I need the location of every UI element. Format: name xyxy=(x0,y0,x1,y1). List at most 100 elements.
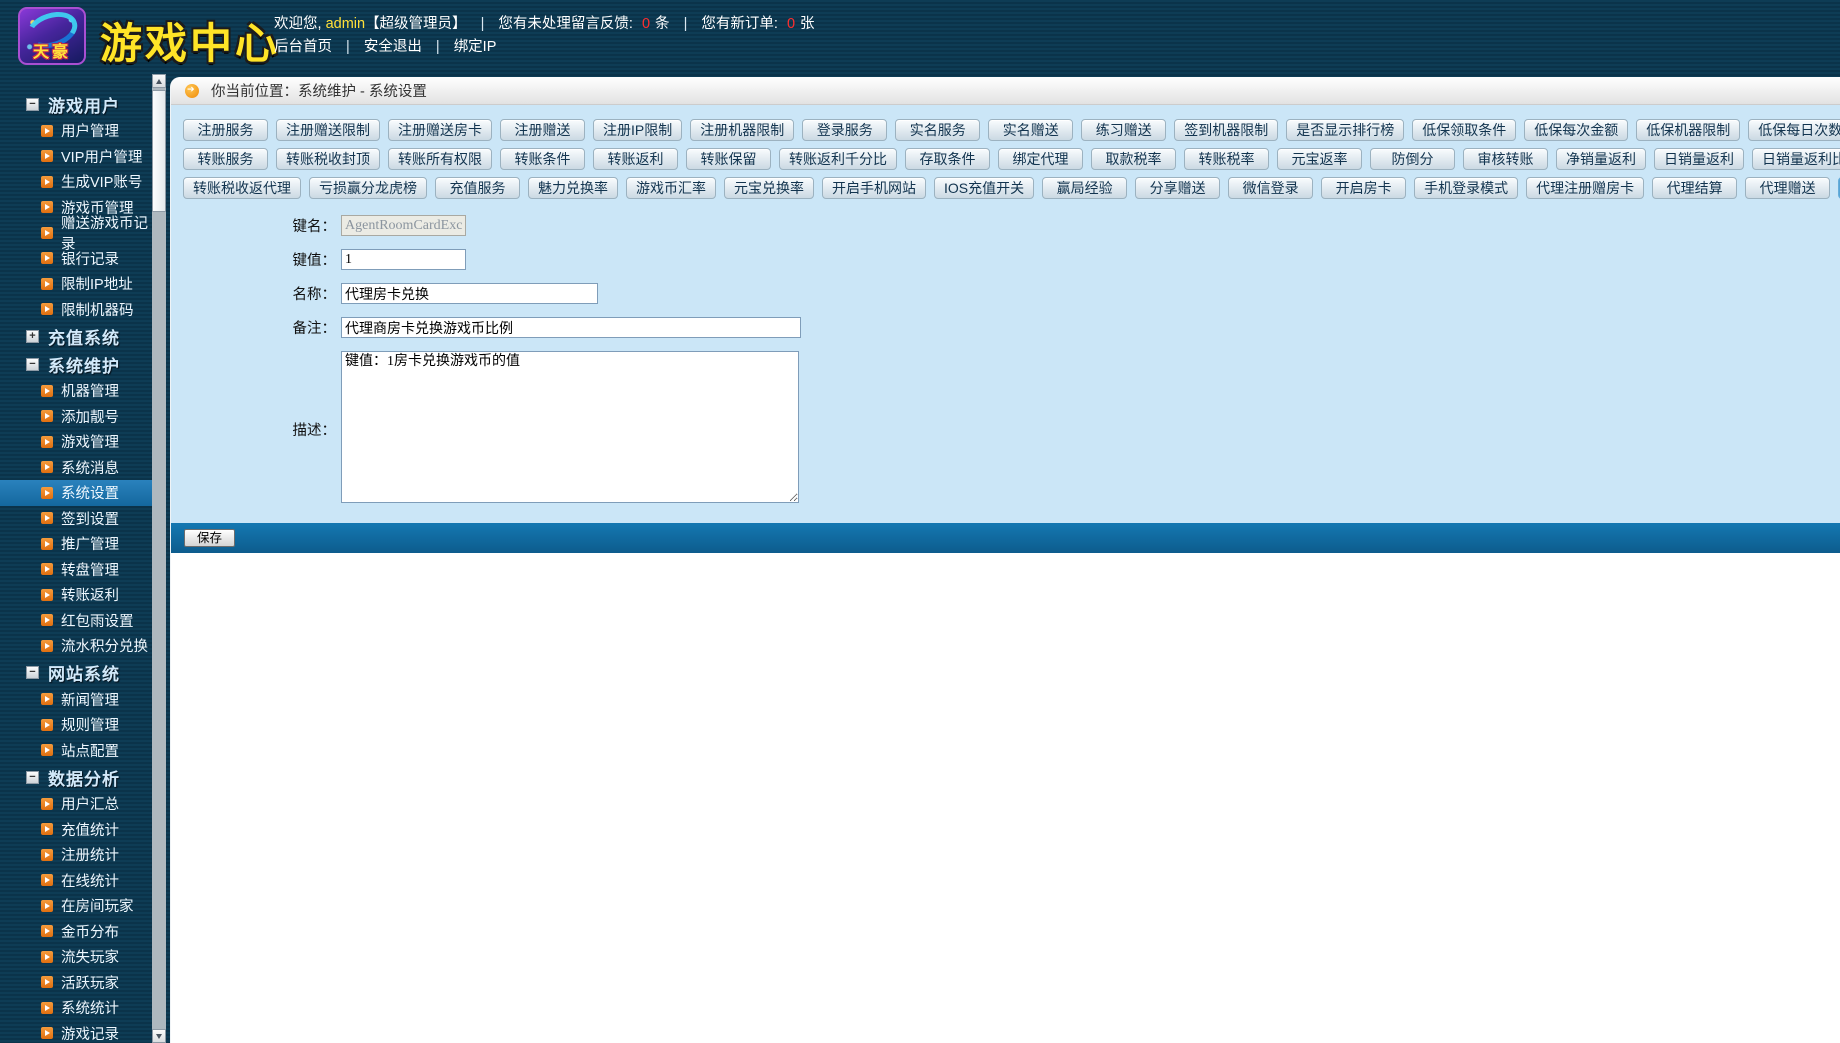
bind-ip-link[interactable]: 绑定IP xyxy=(454,39,497,55)
setting-tab[interactable]: 充值服务 xyxy=(435,177,520,199)
setting-tab[interactable]: 元宝返率 xyxy=(1277,148,1362,170)
setting-tab[interactable]: 转账保留 xyxy=(686,148,771,170)
logout-link[interactable]: 安全退出 xyxy=(364,39,422,55)
setting-tab[interactable]: 绑定代理 xyxy=(998,148,1083,170)
sidebar-item[interactable]: 活跃玩家 xyxy=(0,970,152,996)
sidebar-item[interactable]: 在线统计 xyxy=(0,868,152,894)
sidebar-item[interactable]: 转账返利 xyxy=(0,582,152,608)
sidebar-item[interactable]: 游戏管理 xyxy=(0,429,152,455)
sidebar-item[interactable]: 流失玩家 xyxy=(0,944,152,970)
scroll-down-button[interactable] xyxy=(152,1029,166,1043)
setting-tab[interactable]: 魅力兑换率 xyxy=(528,177,618,199)
setting-tab[interactable]: 手机登录模式 xyxy=(1414,177,1519,199)
description-field[interactable] xyxy=(341,351,799,503)
sidebar-section-header[interactable]: − 游戏用户 xyxy=(0,90,152,118)
setting-tab[interactable]: 转账税收返代理 xyxy=(183,177,301,199)
setting-tab[interactable]: 注册机器限制 xyxy=(690,119,795,141)
setting-tab[interactable]: 实名服务 xyxy=(895,119,981,141)
setting-tab[interactable]: 转账税收封顶 xyxy=(276,148,380,170)
sidebar-item[interactable]: 签到设置 xyxy=(0,506,152,532)
home-link[interactable]: 后台首页 xyxy=(274,39,332,55)
setting-tab[interactable]: 赢局经验 xyxy=(1042,177,1128,199)
setting-tab[interactable]: 注册赠送限制 xyxy=(276,119,380,141)
scrollbar-thumb[interactable] xyxy=(152,90,166,212)
setting-tab[interactable]: 低保每日次数 xyxy=(1748,119,1840,141)
setting-tab[interactable]: 开启房卡 xyxy=(1321,177,1407,199)
collapse-icon[interactable]: − xyxy=(26,357,39,371)
setting-tab[interactable]: 分享赠送 xyxy=(1135,177,1221,199)
setting-tab[interactable]: 实名赠送 xyxy=(988,119,1074,141)
setting-tab[interactable]: 注册服务 xyxy=(183,119,268,141)
sidebar-item[interactable]: 流水积分兑换 xyxy=(0,633,152,659)
setting-tab[interactable]: 登录服务 xyxy=(802,119,888,141)
setting-tab[interactable]: 代理赠送 xyxy=(1745,177,1831,199)
setting-tab[interactable]: 转账税率 xyxy=(1184,148,1269,170)
sidebar-item[interactable]: 限制IP地址 xyxy=(0,271,152,297)
sidebar-item[interactable]: 机器管理 xyxy=(0,378,152,404)
remark-field[interactable] xyxy=(341,317,801,338)
setting-tab[interactable]: 转账条件 xyxy=(500,148,585,170)
sidebar-item[interactable]: 系统统计 xyxy=(0,995,152,1021)
sidebar-item[interactable]: 赠送游戏币记录 xyxy=(0,216,152,253)
collapse-icon[interactable]: − xyxy=(26,97,39,111)
setting-tab[interactable]: 取款税率 xyxy=(1091,148,1176,170)
sidebar-section-header[interactable]: + 充值系统 xyxy=(0,322,152,350)
setting-tab[interactable]: 转账服务 xyxy=(183,148,268,170)
setting-tab[interactable]: IOS充值开关 xyxy=(934,177,1035,199)
setting-tab[interactable]: 游戏币汇率 xyxy=(626,177,716,199)
setting-tab[interactable]: 开启手机网站 xyxy=(822,177,926,199)
sidebar-item[interactable]: 添加靓号 xyxy=(0,404,152,430)
sidebar-item[interactable]: 系统消息 xyxy=(0,455,152,481)
sidebar-item[interactable]: 转盘管理 xyxy=(0,557,152,583)
sidebar-section-header[interactable]: − 系统维护 xyxy=(0,350,152,378)
sidebar-item[interactable]: 推广管理 xyxy=(0,531,152,557)
sidebar-item[interactable]: 红包雨设置 xyxy=(0,608,152,634)
keyname-field[interactable] xyxy=(341,215,466,236)
save-button[interactable]: 保存 xyxy=(184,529,236,547)
expand-icon[interactable]: + xyxy=(26,329,39,343)
sidebar-item[interactable]: 用户汇总 xyxy=(0,791,152,817)
sidebar-item[interactable]: 系统设置 xyxy=(0,480,152,506)
setting-tab[interactable]: 亏损赢分龙虎榜 xyxy=(309,177,427,199)
scroll-up-button[interactable] xyxy=(152,74,166,88)
setting-tab[interactable]: 低保每次金额 xyxy=(1524,119,1629,141)
setting-tab[interactable]: 存取条件 xyxy=(905,148,990,170)
setting-tab[interactable]: 元宝兑换率 xyxy=(724,177,814,199)
setting-tab[interactable]: 是否显示排行榜 xyxy=(1286,119,1405,141)
sidebar-item[interactable]: 限制机器码 xyxy=(0,297,152,323)
setting-tab[interactable]: 注册赠送房卡 xyxy=(388,119,492,141)
sidebar-item[interactable]: 游戏记录 xyxy=(0,1021,152,1043)
setting-tab[interactable]: 签到机器限制 xyxy=(1174,119,1279,141)
setting-tab[interactable]: 日销量返利比 xyxy=(1752,148,1840,170)
setting-tab[interactable]: 低保机器限制 xyxy=(1636,119,1741,141)
setting-tab[interactable]: 低保领取条件 xyxy=(1412,119,1517,141)
sidebar-item[interactable]: 充值统计 xyxy=(0,817,152,843)
setting-tab[interactable]: 注册IP限制 xyxy=(593,119,683,141)
sidebar-item[interactable]: 新闻管理 xyxy=(0,687,152,713)
setting-tab[interactable]: 转账返利 xyxy=(593,148,678,170)
sidebar-section-header[interactable]: − 数据分析 xyxy=(0,763,152,791)
sidebar-item[interactable]: 用户管理 xyxy=(0,118,152,144)
sidebar-item[interactable]: VIP用户管理 xyxy=(0,144,152,170)
sidebar-item[interactable]: 生成VIP账号 xyxy=(0,169,152,195)
setting-tab[interactable]: 练习赠送 xyxy=(1081,119,1167,141)
sidebar-item[interactable]: 在房间玩家 xyxy=(0,893,152,919)
setting-tab[interactable]: 防倒分 xyxy=(1370,148,1455,170)
sidebar-item[interactable]: 注册统计 xyxy=(0,842,152,868)
setting-tab[interactable]: 转账返利千分比 xyxy=(779,148,897,170)
sidebar-item[interactable]: 金币分布 xyxy=(0,919,152,945)
collapse-icon[interactable]: − xyxy=(26,770,39,784)
name-field[interactable] xyxy=(341,283,598,304)
sidebar-scrollbar[interactable] xyxy=(152,74,166,1043)
sidebar-item[interactable]: 站点配置 xyxy=(0,738,152,764)
setting-tab[interactable]: 审核转账 xyxy=(1463,148,1548,170)
setting-tab[interactable]: 净销量返利 xyxy=(1556,148,1646,170)
setting-tab[interactable]: 注册赠送 xyxy=(500,119,585,141)
setting-tab[interactable]: 转账所有权限 xyxy=(388,148,492,170)
setting-tab[interactable]: 代理结算 xyxy=(1652,177,1738,199)
setting-tab[interactable]: 代理注册赠房卡 xyxy=(1526,177,1645,199)
keyvalue-field[interactable] xyxy=(341,249,466,270)
setting-tab[interactable]: 微信登录 xyxy=(1228,177,1314,199)
sidebar-section-header[interactable]: − 网站系统 xyxy=(0,659,152,687)
sidebar-item[interactable]: 规则管理 xyxy=(0,712,152,738)
